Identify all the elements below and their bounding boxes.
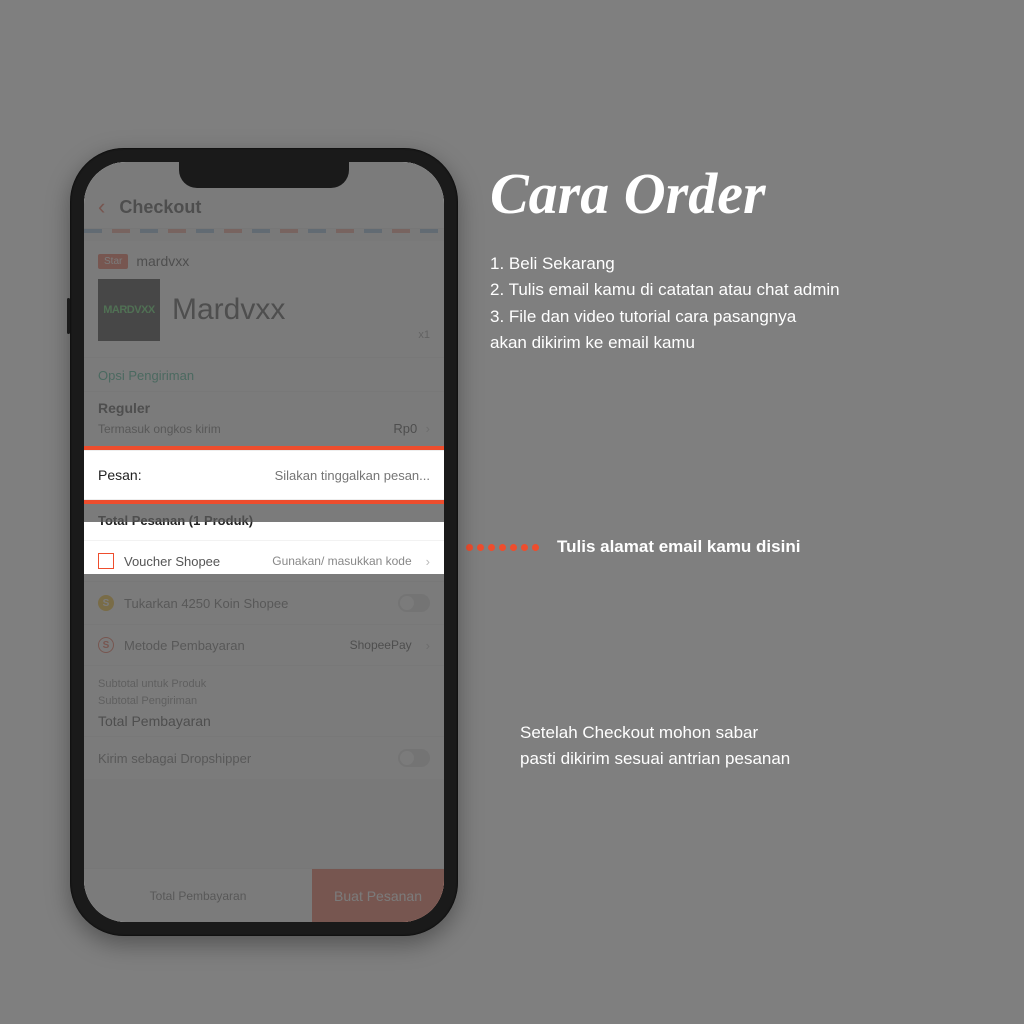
voucher-row[interactable]: Voucher Shopee Gunakan/ masukkan kode › (84, 540, 444, 581)
payment-value: ShopeePay (350, 638, 412, 652)
grand-total-label: Total Pembayaran (98, 711, 430, 732)
phone-screen: ‹ Checkout Star mardvxx MARDVXX Mardvxx … (84, 162, 444, 922)
step-1: 1. Beli Sekarang (490, 251, 990, 277)
subtotal-shipping: Subtotal Pengiriman (98, 693, 430, 710)
instructions-steps: 1. Beli Sekarang 2. Tulis email kamu di … (490, 251, 990, 356)
seller-section: Star mardvxx MARDVXX Mardvxx x1 (84, 241, 444, 357)
coin-toggle[interactable] (398, 594, 430, 612)
payment-label: Metode Pembayaran (124, 638, 340, 653)
step-2: 2. Tulis email kamu di catatan atau chat… (490, 277, 990, 303)
product-qty: x1 (418, 329, 430, 341)
back-icon[interactable]: ‹ (98, 196, 105, 218)
shipping-price: Rp0 (393, 421, 417, 436)
payment-row[interactable]: S Metode Pembayaran ShopeePay › (84, 624, 444, 665)
subtotal-product: Subtotal untuk Produk (98, 676, 430, 693)
message-label: Pesan: (98, 467, 142, 483)
shipping-options-label[interactable]: Opsi Pengiriman (84, 357, 444, 391)
phone-frame: ‹ Checkout Star mardvxx MARDVXX Mardvxx … (70, 148, 458, 936)
star-seller-badge: Star (98, 254, 128, 269)
address-divider (84, 229, 444, 233)
callout-dots-icon (466, 538, 543, 556)
step-3b: akan dikirim ke email kamu (490, 330, 990, 356)
shipping-sublabel: Termasuk ongkos kirim (98, 422, 221, 436)
shipping-row[interactable]: Reguler Termasuk ongkos kirim Rp0 › (84, 391, 444, 450)
place-order-button[interactable]: Buat Pesanan (312, 869, 444, 922)
dropship-label: Kirim sebagai Dropshipper (98, 751, 388, 766)
message-input[interactable] (152, 468, 430, 483)
callout-text: Tulis alamat email kamu disini (557, 537, 800, 557)
step-3a: 3. File dan video tutorial cara pasangny… (490, 304, 990, 330)
bottom-total-label: Total Pembayaran (150, 889, 247, 903)
chevron-right-icon: › (426, 554, 430, 569)
product-thumbnail: MARDVXX (98, 279, 160, 341)
message-row[interactable]: Pesan: (84, 450, 444, 500)
product-name: Mardvxx (172, 293, 406, 327)
chevron-right-icon: › (426, 638, 430, 653)
order-total-line: Total Pesanan (1 Produk) (84, 500, 444, 540)
page-title: Checkout (119, 197, 201, 218)
seller-name: mardvxx (136, 253, 189, 269)
voucher-label: Voucher Shopee (124, 554, 262, 569)
chevron-right-icon: › (426, 421, 430, 436)
payment-icon: S (98, 637, 114, 653)
coin-icon: S (98, 595, 114, 611)
coin-label: Tukarkan 4250 Koin Shopee (124, 596, 388, 611)
footer-line-2: pasti dikirim sesuai antrian pesanan (520, 746, 790, 772)
coin-row[interactable]: S Tukarkan 4250 Koin Shopee (84, 581, 444, 624)
instructions-footer: Setelah Checkout mohon sabar pasti dikir… (520, 720, 790, 773)
product-row[interactable]: MARDVXX Mardvxx x1 (98, 269, 430, 353)
dropship-toggle[interactable] (398, 749, 430, 767)
instructions-headline: Cara Order (490, 160, 990, 227)
voucher-icon (98, 553, 114, 569)
message-callout: Tulis alamat email kamu disini (466, 537, 800, 557)
dropship-row[interactable]: Kirim sebagai Dropshipper (84, 736, 444, 779)
subtotals-block: Subtotal untuk Produk Subtotal Pengirima… (84, 665, 444, 736)
bottom-bar: Total Pembayaran Buat Pesanan (84, 868, 444, 922)
voucher-hint: Gunakan/ masukkan kode (272, 554, 411, 568)
phone-notch (179, 162, 349, 188)
footer-line-1: Setelah Checkout mohon sabar (520, 720, 790, 746)
shipping-method-label: Reguler (98, 400, 150, 416)
